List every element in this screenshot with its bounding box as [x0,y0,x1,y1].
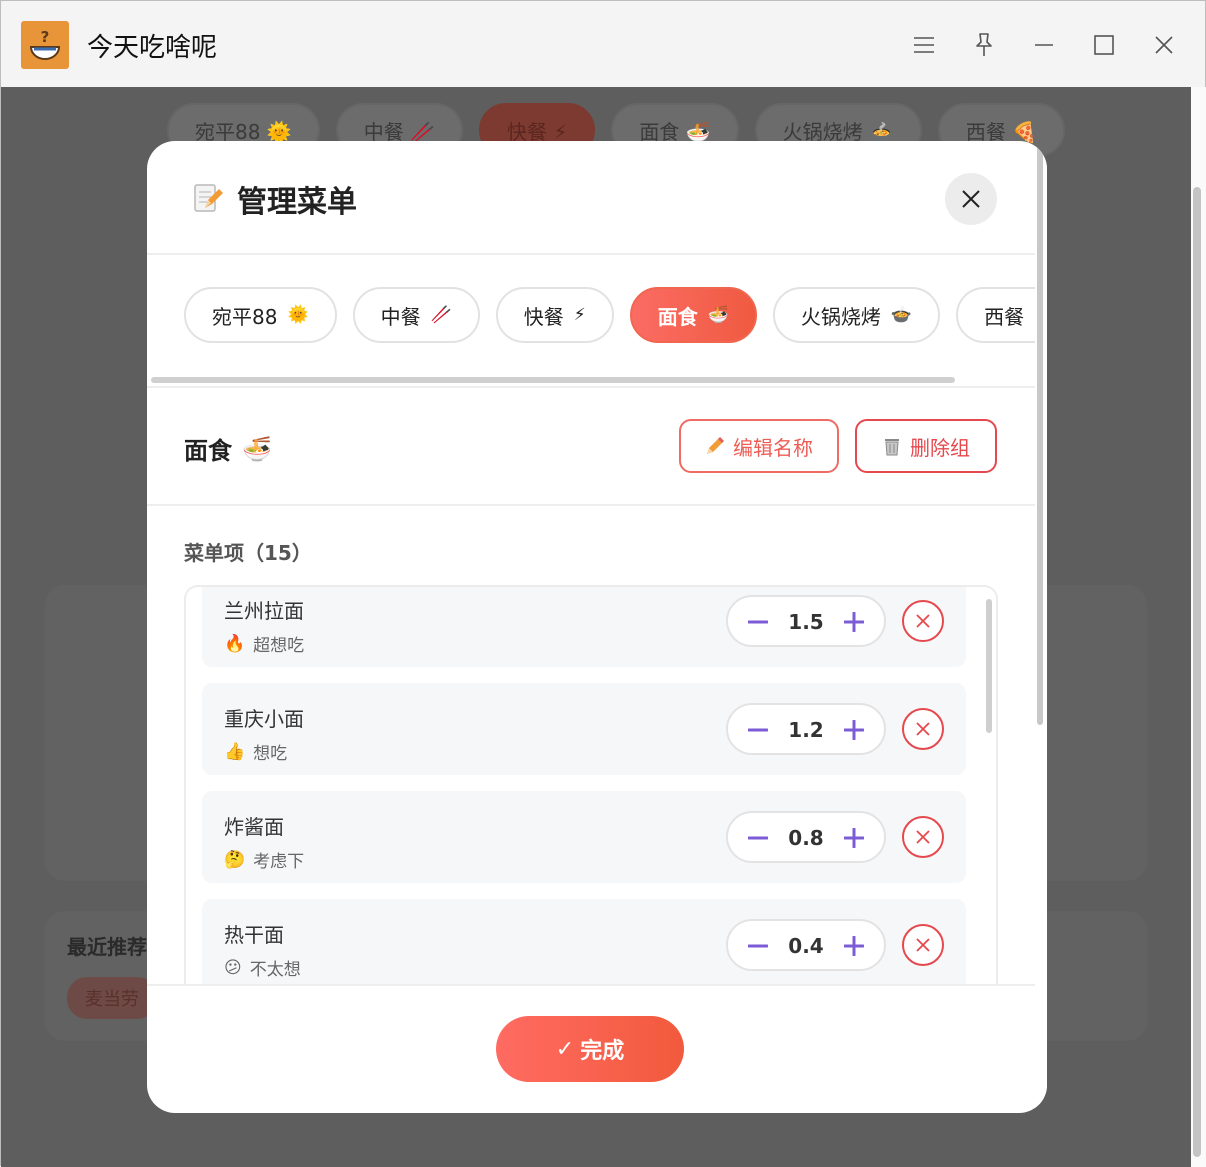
group-tab[interactable]: 快餐 ⚡ [495,287,614,343]
menu-item-name: 重庆小面 [224,707,304,731]
menu-item-row: 兰州拉面 🔥 超想吃 1.5 [202,587,966,667]
divider [147,984,1035,986]
delete-item-button[interactable] [902,924,944,966]
preference-label: 超想吃 [253,636,305,656]
preference-label: 不太想 [249,960,301,980]
trash-icon [885,439,899,456]
menu-item-name: 炸酱面 [224,815,284,839]
group-tab-emoji-icon: 🍲 [890,305,913,325]
plus-icon [844,612,864,632]
noodle-icon: 🍜 [242,434,272,463]
menu-item-row: 炸酱面 🤔 考虑下 0.8 [202,791,966,883]
menu-icon[interactable] [906,29,942,61]
group-tab-label: 快餐 [523,304,564,329]
tabs-horizontal-scrollbar[interactable] [151,377,955,383]
plus-icon [844,828,864,848]
preference-emoji-icon: 🔥 [224,633,246,654]
increment-button[interactable] [842,610,866,634]
divider [147,386,1035,388]
group-heading: 面食 🍜 [184,431,272,466]
page-scrollbar[interactable] [1191,87,1206,1167]
close-icon [916,614,930,628]
menu-item-name: 兰州拉面 [224,599,304,623]
group-tab-emoji-icon: 🌞 [287,305,309,325]
group-tab-emoji-icon: ⚡ [573,305,586,325]
dialog-scrollbar[interactable] [1035,141,1047,1113]
check-icon: ✓ [555,1036,575,1062]
group-tab-label: 面食 [657,304,698,329]
menu-item-preference: 🔥 超想吃 [224,631,305,657]
divider [147,504,1035,506]
menu-item-name: 热干面 [224,923,284,947]
preference-emoji-icon: 🤔 [224,849,246,870]
group-tabs: 宛平88 🌞 中餐 🥢 快餐 ⚡ 面食 🍜 火锅烧烤 🍲 西餐🍕 [184,287,1035,345]
group-tab-label: 火锅烧烤 [800,304,881,329]
weight-stepper: 1.2 [726,703,886,755]
manage-menu-dialog: 管理菜单 宛平88 🌞 中餐 🥢 快餐 ⚡ 面食 🍜 火锅烧烤 🍲 西餐🍕 面食 🍜 编辑名称 删除… [147,141,1047,1113]
increment-button[interactable] [842,718,866,742]
app-window: ? 今天吃啥呢 宛平88 🌞 中餐 🥢 快餐 ⚡ 面食 🍜 火锅烧烤 🍲 西餐 … [0,0,1206,1167]
plus-icon [844,720,864,740]
menu-item-row: 重庆小面 👍 想吃 1.2 [202,683,966,775]
group-tab[interactable]: 面食 🍜 [629,287,757,343]
close-icon [916,938,930,952]
pin-icon[interactable] [966,29,1002,61]
menu-item-preference: 😕 不太想 [224,955,301,981]
delete-group-label: 删除组 [910,435,970,460]
close-icon [962,190,980,208]
group-name: 面食 [184,437,232,465]
delete-item-button[interactable] [902,600,944,642]
menu-item-preference: 👍 想吃 [224,739,288,765]
items-count-label: 菜单项（15） [184,541,312,565]
weight-stepper: 0.4 [726,919,886,971]
delete-item-button[interactable] [902,708,944,750]
group-tab-label: 宛平88 [212,304,278,329]
maximize-icon[interactable] [1086,29,1122,61]
preference-label: 想吃 [253,744,288,764]
weight-stepper: 1.5 [726,595,886,647]
done-button[interactable]: ✓ 完成 [496,1016,684,1082]
group-tab[interactable]: 西餐🍕 [956,287,1035,343]
close-icon [916,722,930,736]
window-close-icon[interactable] [1146,29,1182,61]
close-icon [916,830,930,844]
done-label: 完成 [580,1039,625,1064]
memo-icon [191,182,223,218]
group-tab[interactable]: 宛平88 🌞 [184,287,337,343]
preference-emoji-icon: 👍 [224,741,246,762]
delete-group-button[interactable]: 删除组 [855,419,997,473]
increment-button[interactable] [842,934,866,958]
dialog-title: 管理菜单 [237,185,357,220]
edit-name-label: 编辑名称 [733,435,813,460]
plus-icon [844,936,864,956]
group-tab[interactable]: 中餐 🥢 [352,287,480,343]
preference-label: 考虑下 [253,852,305,872]
divider [147,253,1035,255]
app-title: 今天吃啥呢 [87,33,218,63]
group-tab-label: 中餐 [380,304,421,329]
app-logo-icon: ? [21,21,69,69]
group-tab-emoji-icon: 🥢 [430,305,452,325]
menu-items-list: 兰州拉面 🔥 超想吃 1.5 重庆小面 👍 想吃 1.2 炸酱面 🤔 考虑下 0.8 热干面 😕 不太想 0.… [184,585,998,985]
menu-item-preference: 🤔 考虑下 [224,847,305,873]
list-scrollbar[interactable] [986,599,992,733]
edit-name-button[interactable]: 编辑名称 [679,419,839,473]
dialog-close-button[interactable] [945,173,997,225]
minimize-icon[interactable] [1026,29,1062,61]
weight-stepper: 0.8 [726,811,886,863]
preference-emoji-icon: 😕 [224,957,242,978]
increment-button[interactable] [842,826,866,850]
title-bar: ? 今天吃啥呢 [1,1,1205,87]
delete-item-button[interactable] [902,816,944,858]
menu-item-row: 热干面 😕 不太想 0.4 [202,899,966,985]
svg-text:?: ? [41,28,50,46]
pencil-icon [707,436,725,454]
group-tab-emoji-icon: 🍜 [707,305,729,325]
recent-title: 最近推荐 [67,935,147,959]
recent-chip: 麦当劳 [67,977,157,1019]
group-tab-label: 西餐 [984,304,1025,329]
group-tab[interactable]: 火锅烧烤 🍲 [772,287,941,343]
